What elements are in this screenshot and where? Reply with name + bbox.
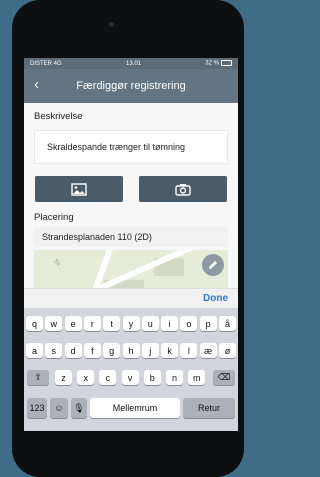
status-bar: DISTER 4G 13.01 32 % <box>24 58 238 69</box>
camera-icon <box>175 183 191 196</box>
clock: 13.01 <box>125 60 141 67</box>
keyboard-accessory-bar: Done <box>24 288 238 309</box>
key[interactable]: b <box>143 370 161 385</box>
key[interactable]: v <box>121 370 139 385</box>
key[interactable]: j <box>141 343 159 358</box>
key[interactable]: æ <box>199 343 217 358</box>
space-key[interactable]: Mellemrum <box>90 398 180 418</box>
location-label: Placering <box>34 212 74 223</box>
key[interactable]: i <box>161 316 179 331</box>
take-photo-button[interactable] <box>139 176 227 202</box>
key[interactable]: å <box>219 316 236 331</box>
key[interactable]: r <box>83 316 101 331</box>
key[interactable]: a <box>26 343 43 358</box>
key[interactable]: ø <box>219 343 236 358</box>
key[interactable]: x <box>77 370 95 385</box>
key[interactable]: o <box>180 316 198 331</box>
key[interactable]: z <box>55 370 72 385</box>
key[interactable]: p <box>199 316 217 331</box>
camera-dot <box>109 22 114 27</box>
done-button[interactable]: Done <box>203 293 228 304</box>
key[interactable]: c <box>99 370 117 385</box>
microphone-key[interactable]: 🎙 <box>71 398 87 418</box>
key[interactable]: g <box>103 343 121 358</box>
image-icon <box>71 182 87 196</box>
key[interactable]: u <box>141 316 159 331</box>
key[interactable]: q <box>26 316 43 331</box>
battery-indicator: 32 % <box>205 60 232 67</box>
key[interactable]: s <box>45 343 63 358</box>
page-title: Færdiggør registrering <box>76 80 186 92</box>
key[interactable]: w <box>45 316 63 331</box>
back-icon[interactable]: ‹ <box>34 77 39 92</box>
return-key[interactable]: Retur <box>183 398 235 418</box>
numbers-key[interactable]: 123 <box>27 398 47 418</box>
map-street-label: Sk... <box>52 258 64 272</box>
shift-key[interactable]: ⇧ <box>27 370 49 385</box>
key[interactable]: d <box>64 343 82 358</box>
emoji-key[interactable]: ☺ <box>50 398 68 418</box>
key[interactable]: h <box>122 343 140 358</box>
key[interactable]: n <box>166 370 183 385</box>
keyboard: qwertyuiopå asdfghjklæø ⇧ zxcvbnm ⌫ 123 … <box>24 308 238 431</box>
key[interactable]: k <box>161 343 179 358</box>
key[interactable]: f <box>83 343 101 358</box>
pencil-icon <box>209 261 217 269</box>
key[interactable]: m <box>188 370 206 385</box>
description-field[interactable]: Skraldespande trænger til tømning <box>34 130 228 164</box>
key[interactable]: e <box>64 316 82 331</box>
carrier-label: DISTER 4G <box>30 60 62 67</box>
add-image-button[interactable] <box>35 176 123 202</box>
key[interactable]: t <box>103 316 121 331</box>
key[interactable]: y <box>122 316 140 331</box>
nav-bar: ‹ Færdiggør registrering <box>24 69 238 103</box>
backspace-key[interactable]: ⌫ <box>213 370 235 385</box>
battery-icon <box>220 60 232 67</box>
edit-location-button[interactable] <box>202 254 224 276</box>
address-field: Strandesplanaden 110 (2D) <box>34 227 228 247</box>
key[interactable]: l <box>180 343 198 358</box>
description-label: Beskrivelse <box>34 111 83 122</box>
